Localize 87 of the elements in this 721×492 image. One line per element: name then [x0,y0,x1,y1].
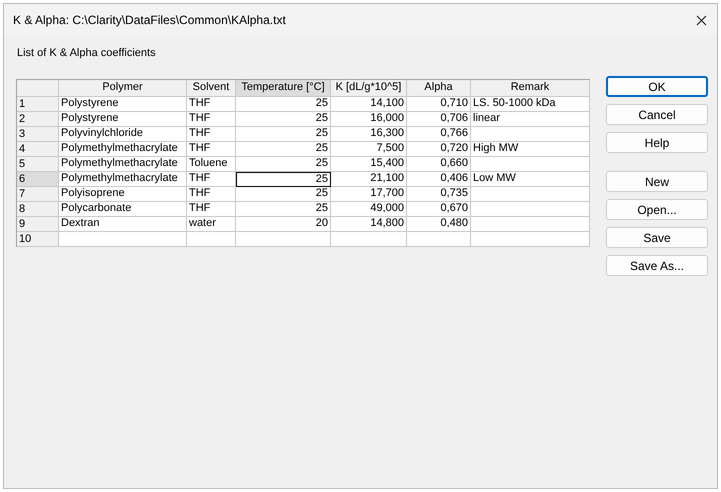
table-cell[interactable]: 25 [236,186,331,202]
table-cell[interactable]: 0,670 [407,202,471,216]
table-cell[interactable]: Polyisoprene [59,186,187,202]
table-cell[interactable] [59,232,187,246]
dialog-button[interactable]: Help [606,132,708,153]
column-header[interactable]: Alpha [407,80,471,96]
table-cell[interactable]: THF [187,186,236,202]
row-header[interactable]: 7 [17,186,59,202]
table-cell[interactable]: 21,100 [331,172,407,186]
table-cell[interactable]: 20 [236,216,331,232]
table-cell[interactable]: 25 [236,112,331,126]
table-cell[interactable]: Polymethylmethacrylate [59,172,187,186]
table-cell[interactable]: 15,400 [331,156,407,172]
corner-cell [17,80,59,96]
row-header[interactable]: 5 [17,156,59,172]
table-cell[interactable] [187,232,236,246]
table-cell[interactable]: 16,000 [331,112,407,126]
table-cell[interactable]: THF [187,202,236,216]
table-cell[interactable]: 14,800 [331,216,407,232]
table-cell[interactable]: 25 [236,142,331,156]
table-cell[interactable] [471,186,590,202]
table-cell[interactable]: Polymethylmethacrylate [59,142,187,156]
row-header[interactable]: 6 [17,172,59,186]
table-cell[interactable] [471,202,590,216]
dialog-button[interactable]: New [606,171,708,192]
table-cell[interactable]: THF [187,96,236,112]
table-cell[interactable]: 7,500 [331,142,407,156]
table-cell[interactable]: Polymethylmethacrylate [59,156,187,172]
table-cell[interactable] [471,126,590,142]
table-cell[interactable]: Polystyrene [59,96,187,112]
row-header[interactable]: 1 [17,96,59,112]
column-header[interactable]: K [dL/g*10^5] [331,80,407,96]
table-cell[interactable]: linear [471,112,590,126]
table-cell[interactable]: 0,706 [407,112,471,126]
table-cell[interactable]: Polycarbonate [59,202,187,216]
table-cell[interactable]: 0,735 [407,186,471,202]
table-cell[interactable]: LS. 50-1000 kDa [471,96,590,112]
column-header[interactable]: Solvent [187,80,236,96]
table-cell[interactable]: 25 [236,202,331,216]
dialog-button[interactable]: Open... [606,199,708,220]
row-header[interactable]: 10 [17,232,59,246]
row-header[interactable]: 2 [17,112,59,126]
row-header[interactable]: 8 [17,202,59,216]
close-icon[interactable] [696,14,707,26]
table-cell[interactable]: Toluene [187,156,236,172]
table-cell[interactable]: 0,406 [407,172,471,186]
table-cell[interactable]: THF [187,142,236,156]
dialog-button[interactable]: Save As... [606,255,708,276]
dialog-button[interactable]: Save [606,227,708,248]
ok-button[interactable]: OK [606,76,708,97]
table-cell[interactable]: Polyvinylchloride [59,126,187,142]
table-cell[interactable]: THF [187,112,236,126]
row-header[interactable]: 4 [17,142,59,156]
table-cell[interactable]: 0,710 [407,96,471,112]
table-cell[interactable]: 14,100 [331,96,407,112]
table-cell[interactable]: water [187,216,236,232]
dialog-button[interactable]: Cancel [606,104,708,125]
column-header[interactable]: Remark [471,80,590,96]
table-cell[interactable]: 25 [236,156,331,172]
table-cell[interactable] [407,232,471,246]
table-cell[interactable] [471,232,590,246]
table-cell[interactable]: THF [187,172,236,186]
table-cell[interactable]: 0,720 [407,142,471,156]
table-cell[interactable]: 25 [236,126,331,142]
column-header[interactable]: Polymer [59,80,187,96]
table-cell[interactable]: 49,000 [331,202,407,216]
table-cell[interactable]: 25 [236,96,331,112]
table-cell[interactable]: 0,480 [407,216,471,232]
table-cell[interactable]: 0,660 [407,156,471,172]
table-caption: List of K & Alpha coefficients [17,46,157,61]
table-cell[interactable]: 25 [236,172,331,186]
table-cell[interactable]: THF [187,126,236,142]
table-cell[interactable] [471,156,590,172]
table-cell[interactable]: 0,766 [407,126,471,142]
table-cell[interactable]: Dextran [59,216,187,232]
table-cell[interactable]: 17,700 [331,186,407,202]
window-title: K & Alpha: C:\Clarity\DataFiles\Common\KAlpha.txt [13,12,286,29]
table-cell[interactable] [471,216,590,232]
row-header[interactable]: 3 [17,126,59,142]
table-cell[interactable] [236,232,331,246]
table-cell[interactable]: High MW [471,142,590,156]
table-cell[interactable]: Low MW [471,172,590,186]
table-cell[interactable] [331,232,407,246]
column-header[interactable]: Temperature [°C] [236,80,331,96]
table-cell[interactable]: 16,300 [331,126,407,142]
row-header[interactable]: 9 [17,216,59,232]
table-cell[interactable]: Polystyrene [59,112,187,126]
